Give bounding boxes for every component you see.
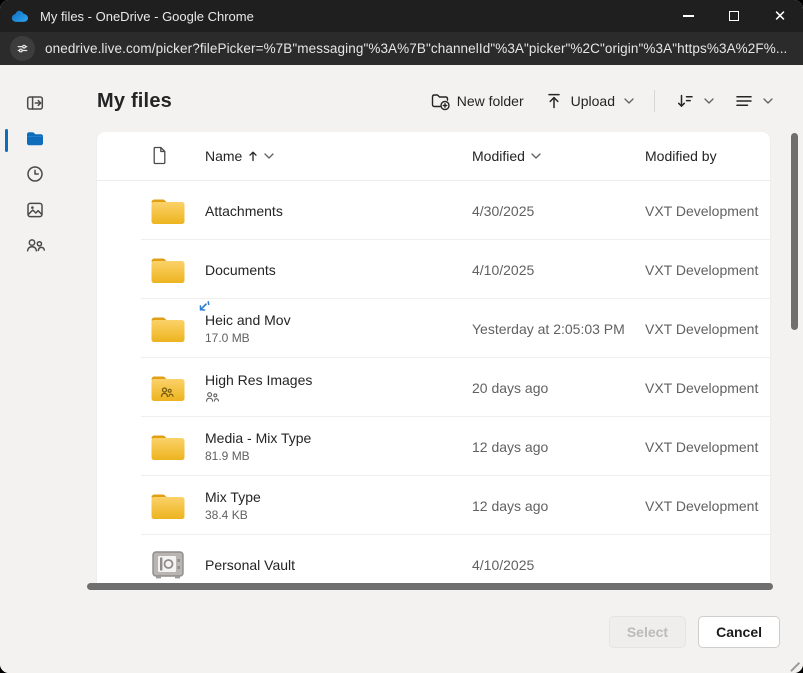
file-modified-by: VXT Development: [645, 380, 770, 396]
sidebar-item-recent[interactable]: [25, 164, 45, 184]
folder-icon: [150, 432, 186, 462]
browser-window: My files - OneDrive - Google Chrome ✕ on…: [0, 0, 803, 673]
view-options-button[interactable]: [732, 87, 775, 115]
close-icon: ✕: [774, 9, 787, 24]
file-modified-by: VXT Development: [645, 262, 770, 278]
url-bar[interactable]: onedrive.live.com/picker?filePicker=%7B"…: [0, 32, 803, 65]
folder-icon: [150, 255, 186, 285]
vault-icon: [150, 550, 186, 580]
folder-icon: [150, 491, 186, 521]
column-header-modified-by[interactable]: Modified by: [645, 148, 770, 164]
horizontal-scrollbar[interactable]: [87, 583, 773, 590]
file-row[interactable]: Documents 4/10/2025 VXT Development: [97, 240, 770, 299]
minimize-icon: [683, 15, 694, 16]
file-name: Personal Vault: [205, 557, 472, 573]
chevron-down-icon: [763, 98, 773, 104]
chevron-down-icon: [531, 153, 541, 159]
vertical-scrollbar[interactable]: [791, 133, 798, 330]
file-modified: 12 days ago: [472, 439, 645, 455]
folder-icon: [150, 373, 186, 403]
site-settings-icon[interactable]: [10, 36, 35, 61]
onedrive-picker: My files New folder: [0, 65, 803, 673]
sidebar-panel-toggle-icon[interactable]: [25, 93, 45, 113]
file-row[interactable]: Mix Type 38.4 KB 12 days ago VXT Develop…: [97, 476, 770, 535]
upload-label: Upload: [571, 93, 615, 109]
file-modified: Yesterday at 2:05:03 PM: [472, 321, 645, 337]
file-modified: 4/10/2025: [472, 262, 645, 278]
file-modified-by: VXT Development: [645, 203, 770, 219]
column-header-name[interactable]: Name: [205, 148, 472, 164]
file-modified-by: VXT Development: [645, 439, 770, 455]
sidebar-item-photos[interactable]: [25, 200, 45, 220]
file-size: 17.0 MB: [205, 331, 472, 345]
column-header-modified[interactable]: Modified: [472, 148, 645, 164]
sidebar-active-indicator: [5, 129, 8, 152]
cancel-button[interactable]: Cancel: [698, 616, 780, 648]
url-text[interactable]: onedrive.live.com/picker?filePicker=%7B"…: [45, 41, 787, 56]
chevron-down-icon: [264, 153, 274, 159]
file-row[interactable]: Attachments 4/30/2025 VXT Development: [97, 181, 770, 240]
sort-ascending-icon: [248, 150, 258, 162]
file-rows: Attachments 4/30/2025 VXT Development Do…: [97, 181, 770, 585]
sync-status-icon: [196, 300, 211, 315]
file-list-panel: Name Modified Modified by: [97, 132, 770, 585]
sort-icon: [675, 91, 695, 111]
sidebar-item-my-files[interactable]: [25, 129, 45, 149]
sort-button[interactable]: [673, 87, 716, 115]
table-header: Name Modified Modified by: [97, 132, 770, 181]
file-modified: 12 days ago: [472, 498, 645, 514]
page-title: My files: [97, 90, 172, 113]
file-name: Attachments: [205, 203, 472, 219]
maximize-icon: [729, 11, 739, 21]
file-modified-by: VXT Development: [645, 498, 770, 514]
resize-grip[interactable]: [790, 656, 802, 668]
toolbar-divider: [654, 90, 655, 112]
file-name: Documents: [205, 262, 472, 278]
titlebar: My files - OneDrive - Google Chrome ✕: [0, 0, 803, 32]
file-modified-by: VXT Development: [645, 321, 770, 337]
dialog-footer: Select Cancel: [609, 616, 780, 648]
shared-indicator-icon: [205, 391, 472, 403]
new-folder-button[interactable]: New folder: [428, 87, 526, 115]
file-type-icon[interactable]: [150, 146, 205, 166]
select-button[interactable]: Select: [609, 616, 686, 648]
upload-button[interactable]: Upload: [542, 87, 636, 115]
list-view-icon: [734, 91, 754, 111]
file-modified: 20 days ago: [472, 380, 645, 396]
file-row[interactable]: Personal Vault 4/10/2025: [97, 535, 770, 585]
maximize-button[interactable]: [711, 0, 757, 32]
command-bar: New folder Upload: [428, 87, 775, 115]
file-row[interactable]: Heic and Mov 17.0 MB Yesterday at 2:05:0…: [97, 299, 770, 358]
file-modified: 4/30/2025: [472, 203, 645, 219]
file-row[interactable]: Media - Mix Type 81.9 MB 12 days ago VXT…: [97, 417, 770, 476]
folder-icon: [25, 129, 45, 149]
file-modified: 4/10/2025: [472, 557, 645, 573]
close-button[interactable]: ✕: [757, 0, 803, 32]
folder-icon: [150, 196, 186, 226]
file-row[interactable]: High Res Images 20 days ago VXT Developm…: [97, 358, 770, 417]
file-name: High Res Images: [205, 372, 472, 388]
window-title: My files - OneDrive - Google Chrome: [40, 9, 665, 24]
onedrive-logo-icon: [11, 9, 31, 23]
file-size: 38.4 KB: [205, 508, 472, 522]
new-folder-label: New folder: [457, 93, 524, 109]
minimize-button[interactable]: [665, 0, 711, 32]
file-name: Heic and Mov: [205, 312, 472, 328]
chevron-down-icon: [704, 98, 714, 104]
chevron-down-icon: [624, 98, 634, 104]
sidebar-item-shared[interactable]: [25, 235, 45, 255]
new-folder-icon: [430, 91, 450, 111]
file-size: 81.9 MB: [205, 449, 472, 463]
folder-icon: [150, 314, 186, 344]
file-name: Media - Mix Type: [205, 430, 472, 446]
upload-icon: [544, 91, 564, 111]
file-name: Mix Type: [205, 489, 472, 505]
